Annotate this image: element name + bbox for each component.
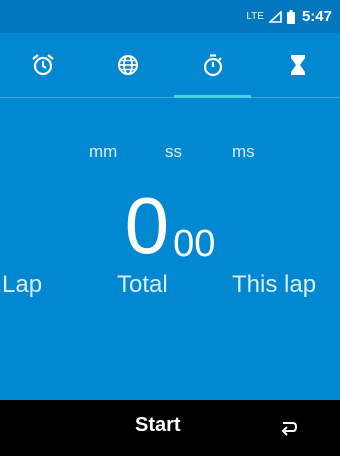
unit-milliseconds-label: ms [232, 142, 255, 161]
tab-bar [0, 33, 340, 98]
this-lap-column-header: This lap [232, 271, 317, 298]
signal-icon [268, 10, 282, 23]
back-arrow-icon[interactable] [276, 416, 300, 440]
hourglass-icon [290, 55, 305, 75]
bottom-softkey-bar: Start [0, 400, 340, 456]
battery-icon [286, 9, 295, 24]
stopwatch-icon [203, 54, 222, 77]
tab-timer[interactable] [255, 33, 340, 97]
stopwatch-display: 0 00 [0, 176, 340, 266]
network-type: LTE [246, 11, 264, 22]
elapsed-minutes: 0 [124, 181, 170, 270]
lap-column-header: Lap [2, 271, 43, 298]
time-unit-labels: mm ss ms [0, 142, 340, 164]
unit-seconds-label: ss [165, 142, 182, 161]
elapsed-seconds: 00 [173, 223, 216, 265]
globe-icon [117, 55, 138, 75]
alarm-icon [31, 54, 54, 76]
tab-world-clock[interactable] [85, 33, 170, 97]
total-column-header: Total [117, 271, 168, 298]
status-bar: LTE 5:47 [0, 0, 340, 33]
tab-stopwatch[interactable] [170, 33, 255, 98]
clock-time: 5:47 [301, 8, 332, 25]
unit-minutes-label: mm [89, 142, 118, 161]
tab-alarm[interactable] [0, 33, 85, 97]
selected-tab-indicator [174, 95, 251, 98]
start-button[interactable]: Start [135, 414, 181, 437]
lap-column-headers: Lap Total This lap [0, 271, 340, 305]
